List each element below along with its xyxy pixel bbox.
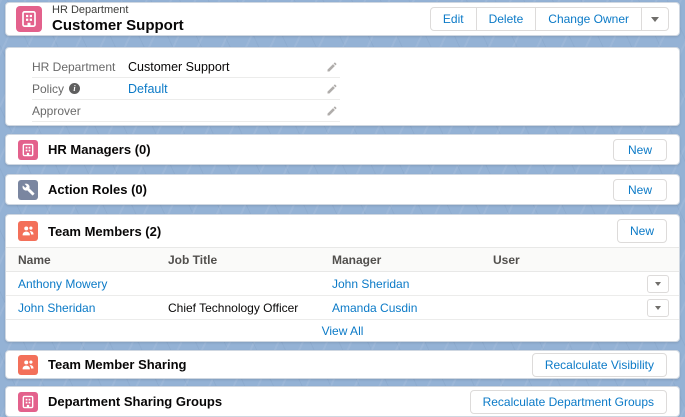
building-icon bbox=[20, 10, 38, 28]
table-header-row: Name Job Title Manager User bbox=[6, 248, 679, 272]
field-row-hr-department: HR Department Customer Support bbox=[32, 56, 340, 78]
page-title: Customer Support bbox=[52, 17, 430, 34]
action-roles-section: Action Roles (0) New bbox=[5, 174, 680, 205]
team-members-new-button[interactable]: New bbox=[617, 219, 667, 243]
team-members-table: Name Job Title Manager User Anthony Mowe… bbox=[6, 247, 679, 320]
background-gap bbox=[5, 36, 680, 47]
team-member-sharing-title: Team Member Sharing bbox=[48, 357, 532, 372]
team-members-title: Team Members (2) bbox=[48, 224, 617, 239]
field-label-text: Policy bbox=[32, 82, 64, 96]
field-label: Policy bbox=[32, 82, 128, 96]
change-owner-button[interactable]: Change Owner bbox=[535, 7, 642, 31]
column-header-manager[interactable]: Manager bbox=[320, 248, 481, 272]
hr-managers-section: HR Managers (0) New bbox=[5, 134, 680, 165]
record-actions: Edit Delete Change Owner bbox=[430, 7, 669, 31]
record-header-titles: HR Department Customer Support bbox=[52, 4, 430, 34]
background-gap bbox=[5, 205, 680, 214]
hr-managers-building-icon bbox=[18, 140, 38, 160]
view-all-link[interactable]: View All bbox=[322, 324, 364, 338]
edit-pencil-icon[interactable] bbox=[324, 83, 340, 95]
member-name-link[interactable]: John Sheridan bbox=[18, 301, 95, 315]
member-name-link[interactable]: Anthony Mowery bbox=[18, 277, 107, 291]
member-manager-link[interactable]: John Sheridan bbox=[332, 277, 409, 291]
action-roles-title: Action Roles (0) bbox=[48, 182, 613, 197]
background-gap bbox=[5, 126, 680, 134]
view-all-row: View All bbox=[6, 320, 679, 341]
sharing-group-icon bbox=[18, 355, 38, 375]
column-header-user[interactable]: User bbox=[481, 248, 623, 272]
edit-pencil-icon[interactable] bbox=[324, 61, 340, 73]
column-header-job-title[interactable]: Job Title bbox=[156, 248, 320, 272]
chevron-down-icon bbox=[651, 17, 659, 22]
hr-managers-title: HR Managers (0) bbox=[48, 142, 613, 157]
info-icon[interactable] bbox=[69, 83, 80, 94]
delete-button[interactable]: Delete bbox=[476, 7, 537, 31]
more-actions-button[interactable] bbox=[641, 7, 669, 31]
details-card: HR Department Customer Support Policy De… bbox=[5, 47, 680, 126]
recalculate-department-groups-button[interactable]: Recalculate Department Groups bbox=[470, 390, 667, 414]
chevron-down-icon bbox=[655, 306, 661, 310]
row-actions-button[interactable] bbox=[647, 275, 669, 293]
background-gap bbox=[5, 379, 680, 386]
field-label: HR Department bbox=[32, 60, 128, 74]
team-members-header: Team Members (2) New bbox=[6, 215, 679, 247]
object-label: HR Department bbox=[52, 4, 430, 17]
record-header-card: HR Department Customer Support Edit Dele… bbox=[5, 2, 680, 36]
team-member-sharing-section: Team Member Sharing Recalculate Visibili… bbox=[5, 350, 680, 379]
field-label: Approver bbox=[32, 104, 128, 118]
action-roles-new-button[interactable]: New bbox=[613, 179, 667, 201]
member-job-title bbox=[156, 272, 320, 296]
background-gap bbox=[5, 165, 680, 174]
edit-pencil-icon[interactable] bbox=[324, 105, 340, 117]
member-user bbox=[481, 296, 623, 320]
member-user bbox=[481, 272, 623, 296]
chevron-down-icon bbox=[655, 282, 661, 286]
department-building-icon bbox=[18, 392, 38, 412]
background-gap bbox=[5, 342, 680, 350]
policy-link[interactable]: Default bbox=[128, 82, 324, 96]
record-page: HR Department Customer Support Edit Dele… bbox=[0, 0, 685, 416]
table-row: Anthony Mowery John Sheridan bbox=[6, 272, 679, 296]
wrench-icon bbox=[18, 180, 38, 200]
hr-managers-new-button[interactable]: New bbox=[613, 139, 667, 161]
department-sharing-groups-section: Department Sharing Groups Recalculate De… bbox=[5, 386, 680, 417]
table-row: John Sheridan Chief Technology Officer A… bbox=[6, 296, 679, 320]
member-manager-link[interactable]: Amanda Cusdin bbox=[332, 301, 417, 315]
column-header-actions bbox=[623, 248, 679, 272]
recalculate-visibility-button[interactable]: Recalculate Visibility bbox=[532, 353, 667, 377]
edit-button[interactable]: Edit bbox=[430, 7, 477, 31]
member-job-title: Chief Technology Officer bbox=[156, 296, 320, 320]
hr-department-building-icon bbox=[16, 6, 42, 32]
field-row-approver: Approver bbox=[32, 100, 340, 122]
team-members-section: Team Members (2) New Name Job Title Mana… bbox=[5, 214, 680, 342]
row-actions-button[interactable] bbox=[647, 299, 669, 317]
field-row-policy: Policy Default bbox=[32, 78, 340, 100]
field-value: Customer Support bbox=[128, 60, 324, 74]
column-header-name[interactable]: Name bbox=[6, 248, 156, 272]
team-members-group-icon bbox=[18, 221, 38, 241]
department-sharing-groups-title: Department Sharing Groups bbox=[48, 394, 470, 409]
